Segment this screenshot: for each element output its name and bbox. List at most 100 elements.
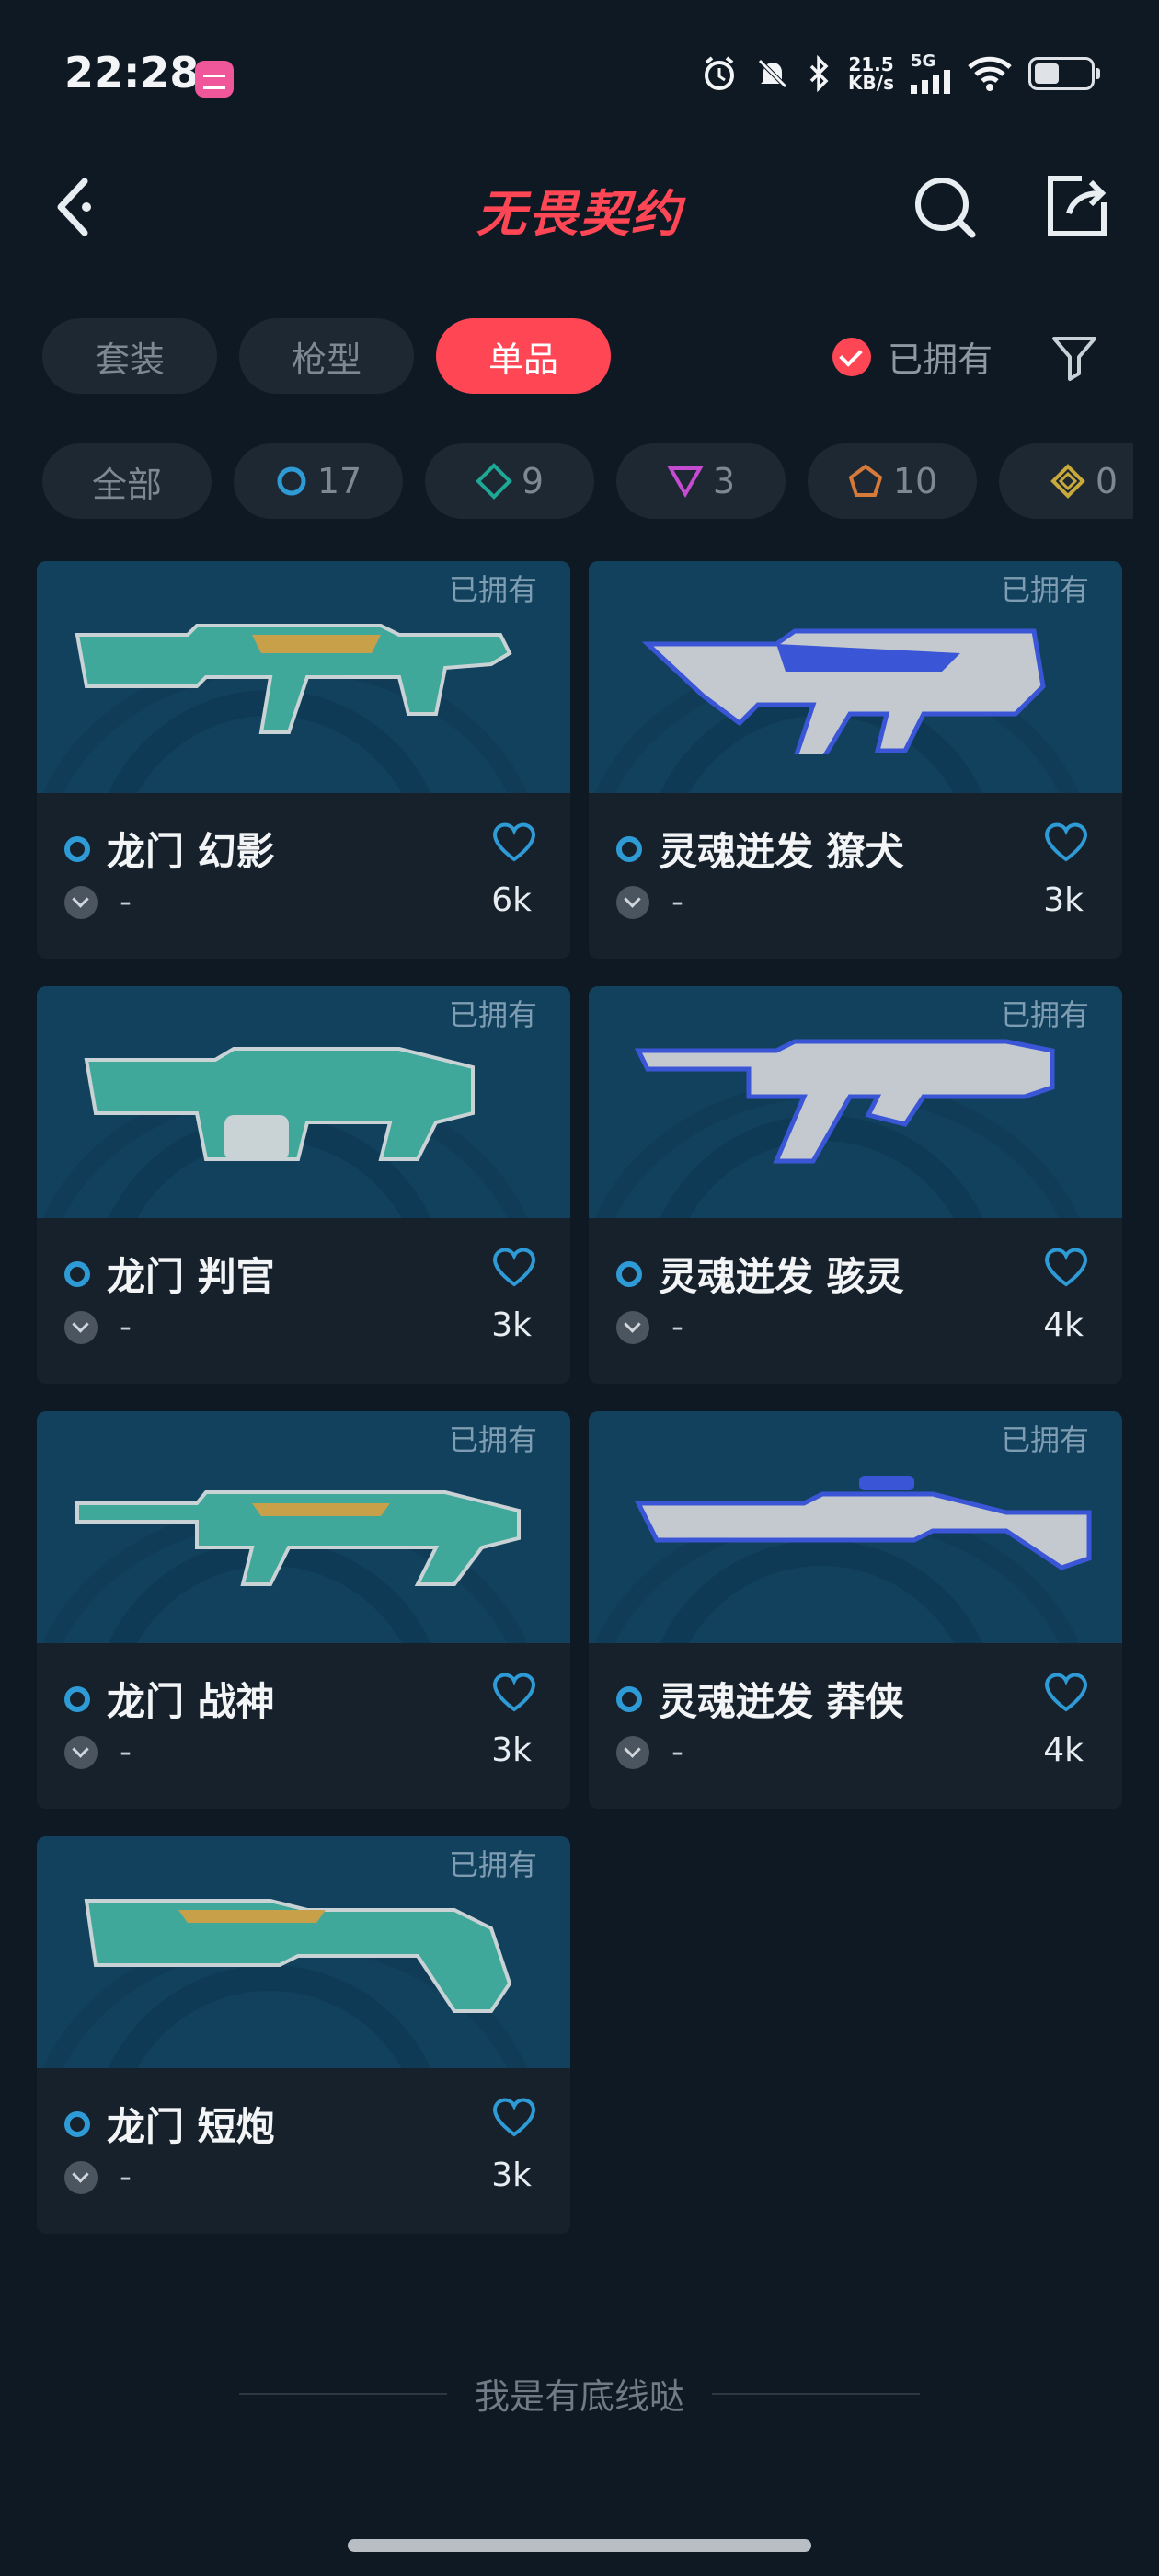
- net-speed-unit: KB/s: [848, 72, 894, 94]
- item-title: 灵魂迸发 骇灵: [616, 1246, 904, 1302]
- chip-select-rarity[interactable]: 17: [234, 443, 403, 519]
- net-speed: 21.5 KB/s: [848, 55, 894, 92]
- pentagon-icon: [848, 464, 883, 497]
- item-card[interactable]: 已拥有 龙门 短炮 - 3k: [37, 1836, 570, 2234]
- item-price: 3k: [1043, 881, 1084, 919]
- item-name: 灵魂迸发 獠犬: [659, 829, 904, 874]
- chip-count: 0: [1095, 461, 1119, 501]
- tab-bundles[interactable]: 套装: [42, 318, 217, 394]
- chip-deluxe-rarity[interactable]: 9: [425, 443, 594, 519]
- item-sub: -: [120, 2158, 132, 2196]
- item-title: 龙门 判官: [64, 1246, 275, 1302]
- select-rarity-icon: [64, 1685, 90, 1712]
- owned-tag: 已拥有: [1000, 1422, 1089, 1457]
- select-rarity-icon: [64, 835, 90, 862]
- select-rarity-icon: [64, 1260, 90, 1287]
- heart-icon[interactable]: [491, 2098, 537, 2138]
- triangle-icon: [667, 466, 704, 498]
- item-image: 已拥有: [37, 561, 570, 793]
- item-sub-row: -: [64, 883, 132, 921]
- tier-icon: [64, 2160, 98, 2194]
- app-notification-icon: [195, 61, 234, 98]
- filter-icon[interactable]: [1049, 331, 1100, 383]
- heart-icon[interactable]: [1043, 1673, 1089, 1713]
- mute-icon: [758, 59, 787, 88]
- chip-count: 9: [521, 461, 545, 501]
- app-header: 无畏契约: [0, 156, 1159, 258]
- app-logo: 无畏契约: [476, 185, 683, 243]
- heart-icon[interactable]: [491, 822, 537, 863]
- owned-filter-toggle[interactable]: 已拥有: [832, 331, 993, 382]
- tier-icon: [616, 1735, 649, 1769]
- item-name: 龙门 幻影: [107, 829, 275, 874]
- heart-icon[interactable]: [491, 1248, 537, 1288]
- heart-icon[interactable]: [491, 1673, 537, 1713]
- footer-text: 我是有底线哒: [475, 2376, 685, 2417]
- item-title: 灵魂迸发 莽侠: [616, 1671, 904, 1727]
- item-card[interactable]: 已拥有 龙门 幻影 - 6k: [37, 561, 570, 959]
- tier-icon: [616, 1310, 649, 1344]
- shotgun-skin-image: [84, 1047, 475, 1161]
- tier-icon: [64, 885, 98, 919]
- item-name: 灵魂迸发 骇灵: [659, 1254, 904, 1299]
- chip-ultra-rarity[interactable]: 0: [999, 443, 1133, 519]
- machinegun-skin-image: [75, 1490, 521, 1586]
- chip-all[interactable]: 全部: [42, 443, 212, 519]
- item-sub-row: -: [64, 1733, 132, 1771]
- diamond-icon: [476, 463, 512, 500]
- item-card[interactable]: 已拥有 龙门 战神 - 3k: [37, 1411, 570, 1809]
- battery-icon: [1028, 57, 1100, 90]
- item-price: 3k: [491, 2156, 532, 2194]
- item-title: 龙门 战神: [64, 1671, 275, 1727]
- wifi-icon: [968, 56, 1012, 91]
- item-sub-row: -: [616, 1733, 683, 1771]
- status-time: 22:28: [64, 48, 200, 98]
- divider: [239, 2392, 447, 2395]
- item-image: 已拥有: [37, 986, 570, 1218]
- share-icon[interactable]: [1041, 171, 1111, 241]
- chip-label: 全部: [91, 464, 162, 505]
- item-image: 已拥有: [589, 986, 1122, 1218]
- item-title: 灵魂迸发 獠犬: [616, 821, 904, 877]
- tab-single-items[interactable]: 单品: [436, 318, 611, 394]
- signal-icon: [911, 70, 950, 94]
- sniper-skin-image: [634, 1476, 1092, 1570]
- status-icons: 21.5 KB/s 5G: [701, 53, 1100, 94]
- signal-group: 5G: [911, 53, 951, 94]
- bluetooth-icon: [809, 55, 829, 92]
- search-icon[interactable]: [911, 173, 981, 243]
- rhombus-icon: [1050, 464, 1085, 499]
- item-image: 已拥有: [589, 561, 1122, 793]
- heart-icon[interactable]: [1043, 822, 1089, 863]
- rifle-skin-image: [75, 624, 512, 734]
- ring-icon: [277, 466, 306, 496]
- chip-exclusive-rarity[interactable]: 10: [808, 443, 977, 519]
- chip-count: 10: [892, 461, 938, 501]
- item-card[interactable]: 已拥有 灵魂迸发 骇灵 - 4k: [589, 986, 1122, 1384]
- item-sub-row: -: [64, 2158, 132, 2196]
- item-card[interactable]: 已拥有 龙门 判官 - 3k: [37, 986, 570, 1384]
- tier-icon: [616, 885, 649, 919]
- item-sub-row: -: [616, 883, 683, 921]
- item-price: 4k: [1043, 1306, 1084, 1344]
- owned-tag: 已拥有: [1000, 572, 1089, 607]
- end-of-list-footer: 我是有底线哒: [239, 2368, 921, 2419]
- item-sub: -: [120, 883, 132, 921]
- checked-icon: [832, 337, 871, 376]
- item-card[interactable]: 已拥有 灵魂迸发 獠犬 - 3k: [589, 561, 1122, 959]
- item-sub-row: -: [616, 1308, 683, 1346]
- pistol-skin-image: [84, 1899, 512, 2013]
- heart-icon[interactable]: [1043, 1248, 1089, 1288]
- item-price: 3k: [491, 1731, 532, 1769]
- owned-tag: 已拥有: [1000, 997, 1089, 1032]
- item-title: 龙门 幻影: [64, 821, 275, 877]
- item-sub-row: -: [64, 1308, 132, 1346]
- tier-icon: [64, 1310, 98, 1344]
- tab-weapon-types[interactable]: 枪型: [239, 318, 414, 394]
- home-indicator[interactable]: [348, 2539, 811, 2552]
- item-name: 龙门 战神: [107, 1679, 275, 1724]
- chip-premium-rarity[interactable]: 3: [616, 443, 786, 519]
- tier-icon: [64, 1735, 98, 1769]
- item-card[interactable]: 已拥有 灵魂迸发 莽侠 - 4k: [589, 1411, 1122, 1809]
- chip-count: 3: [712, 461, 736, 501]
